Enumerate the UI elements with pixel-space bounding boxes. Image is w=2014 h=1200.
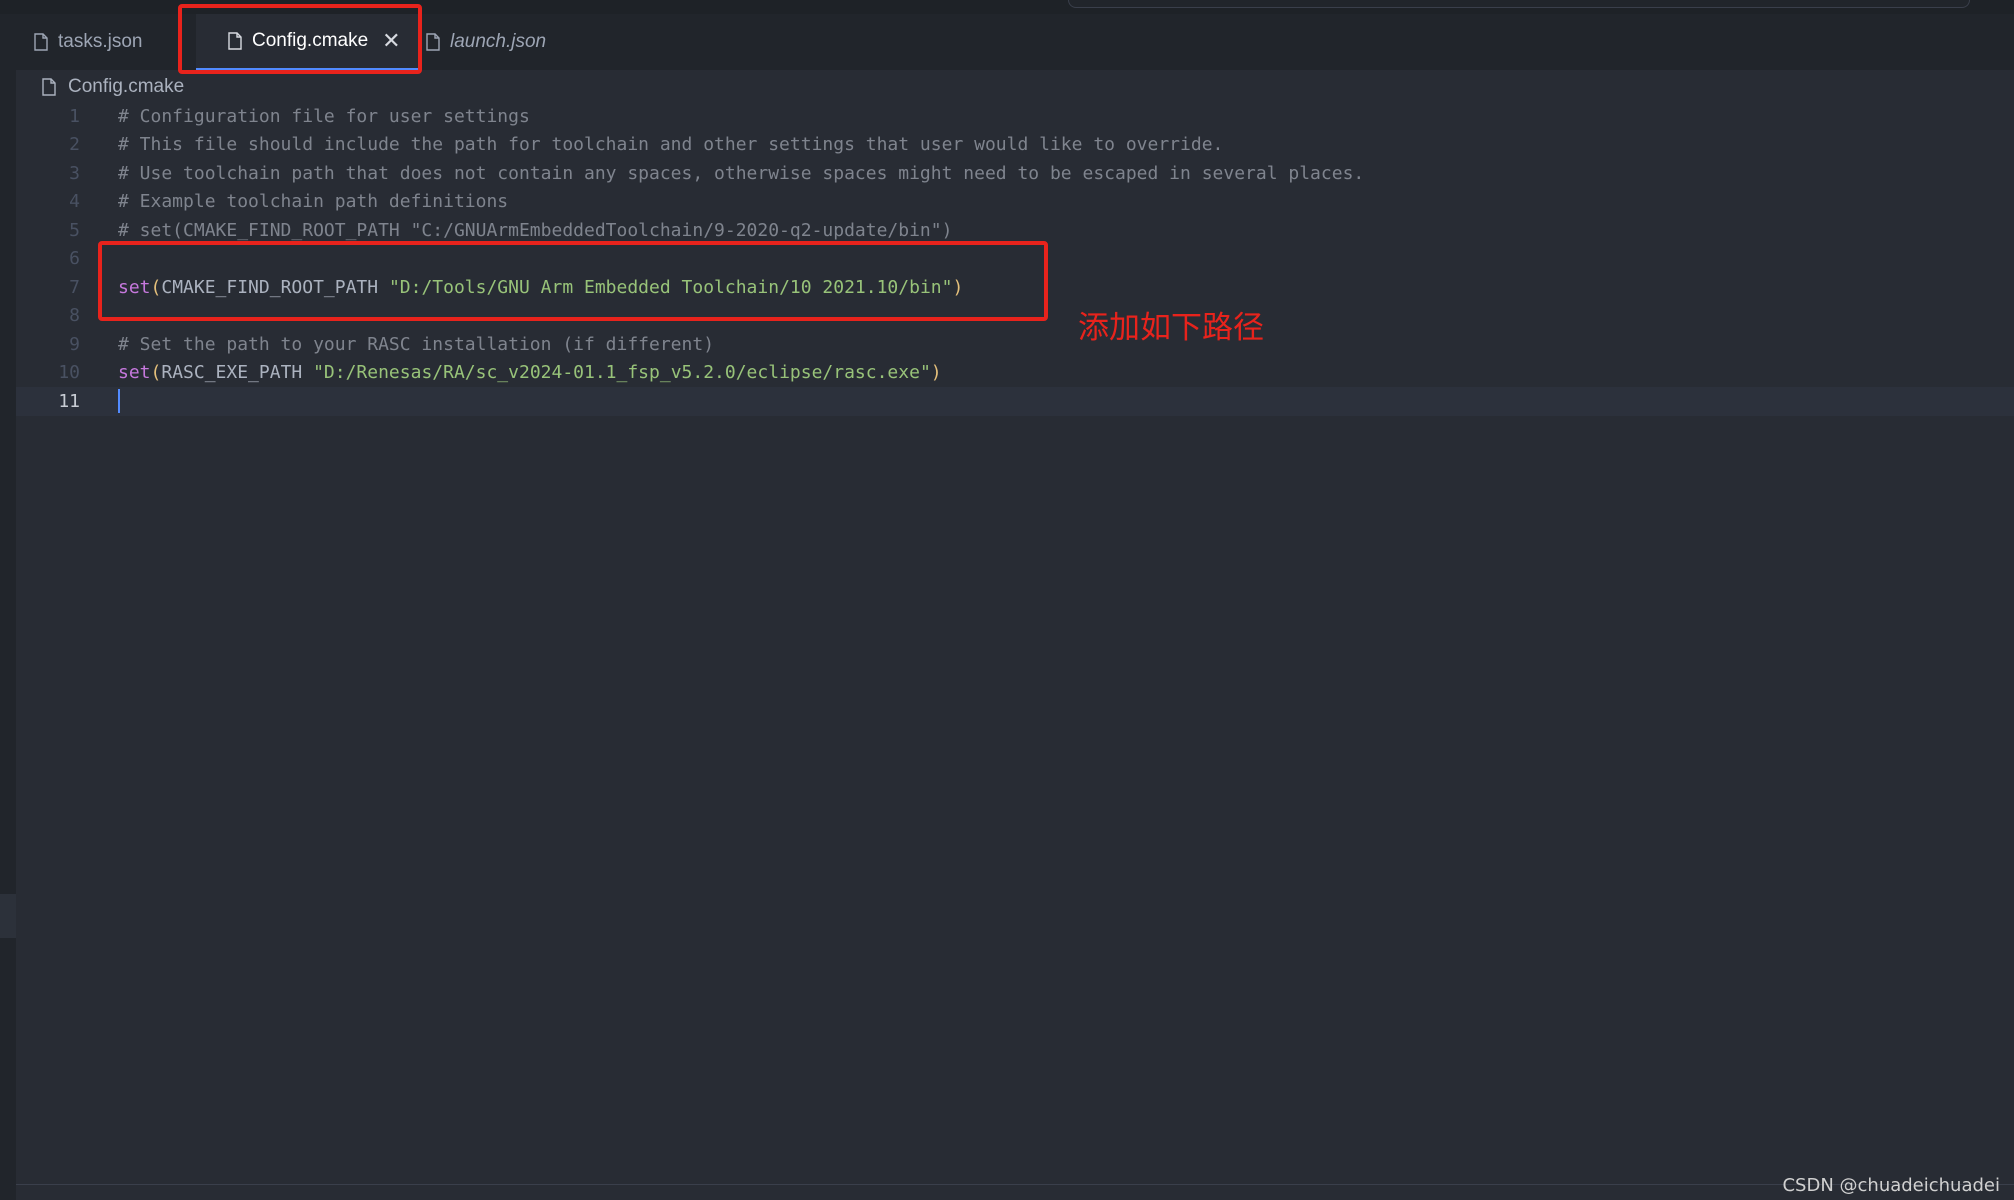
annotation-label: 添加如下路径 [1078,310,1264,346]
file-icon [426,33,440,51]
code-token: set [118,276,151,298]
code-text: # set(CMAKE_FIND_ROOT_PATH "C:/GNUArmEmb… [118,220,952,241]
code-text: # Use toolchain path that does not conta… [118,163,1364,184]
code-line[interactable]: 3 # Use toolchain path that does not cont… [16,159,2014,188]
tab-label: launch.json [450,31,547,52]
code-line[interactable]: 8 [16,302,2014,331]
tab-label: Config.cmake [252,30,369,51]
code-token: ) [952,276,964,298]
code-token: # Configuration file for user settings [118,105,530,127]
code-token: # This file should include the path for … [118,134,1224,156]
line-number: 10 [58,362,80,384]
watermark: CSDN @chuadeichuadei [1782,1175,2000,1196]
tab-tasks-json[interactable]: tasks.json [34,14,194,70]
file-icon [34,33,48,51]
code-editor[interactable]: 1 # Configuration file for user settings 2… [16,102,2014,1182]
file-icon [228,32,242,50]
code-token: # Example toolchain path definitions [118,191,509,213]
code-token: ) [930,362,942,384]
command-center-search[interactable] [1068,0,1970,8]
code-line[interactable]: 5 # set(CMAKE_FIND_ROOT_PATH "C:/GNUArmEm… [16,216,2014,245]
code-text: set(CMAKE_FIND_ROOT_PATH "D:/Tools/GNU A… [118,277,963,298]
line-number: 4 [69,191,80,213]
text-cursor [118,389,120,414]
tab-config-cmake[interactable]: Config.cmake ✕ [196,14,418,70]
tab-label: tasks.json [58,31,143,52]
activity-bar-item[interactable] [0,894,16,938]
code-line[interactable]: 4 # Example toolchain path definitions [16,188,2014,217]
line-number: 11 [58,390,80,412]
line-number: 9 [69,333,80,355]
code-line[interactable]: 6 [16,245,2014,274]
code-text: # Set the path to your RASC installation… [118,334,714,355]
code-line[interactable]: 11 [16,387,2014,416]
code-text: # Configuration file for user settings [118,106,530,127]
line-number: 7 [69,276,80,298]
code-token: "D:/Tools/GNU Arm Embedded Toolchain/10 … [388,276,953,298]
close-icon[interactable]: ✕ [382,30,400,52]
line-number: 8 [69,305,80,327]
code-token: # Set the path to your RASC installation… [118,333,715,355]
editor-window: tasks.json Config.cmake ✕ launch.json Co… [0,0,2014,1200]
line-number: 6 [69,248,80,270]
code-text: # Example toolchain path definitions [118,191,508,212]
file-icon [42,78,56,96]
code-token: CMAKE_FIND_ROOT_PATH [161,276,389,298]
code-line[interactable]: 1 # Configuration file for user settings [16,102,2014,131]
line-number: 1 [69,105,80,127]
code-line[interactable]: 7 set(CMAKE_FIND_ROOT_PATH "D:/Tools/GNU … [16,273,2014,302]
code-line[interactable]: 10 set(RASC_EXE_PATH "D:/Renesas/RA/sc_v2… [16,359,2014,388]
bottom-divider [16,1184,2014,1185]
breadcrumb-file: Config.cmake [68,76,185,97]
code-token: # Use toolchain path that does not conta… [118,162,1365,184]
line-number: 3 [69,162,80,184]
code-token: ( [150,362,162,384]
code-token: # set(CMAKE_FIND_ROOT_PATH "C:/GNUArmEmb… [118,219,953,241]
breadcrumb[interactable]: Config.cmake [16,70,2014,104]
tab-launch-json[interactable]: launch.json [420,14,600,70]
code-text: set(RASC_EXE_PATH "D:/Renesas/RA/sc_v202… [118,362,942,383]
code-token: "D:/Renesas/RA/sc_v2024-01.1_fsp_v5.2.0/… [313,362,931,384]
code-line[interactable]: 9 # Set the path to your RASC installatio… [16,330,2014,359]
line-number: 5 [69,219,80,241]
tab-bar: tasks.json Config.cmake ✕ launch.json [16,14,2014,70]
activity-bar [0,14,16,1200]
code-token: ( [150,276,162,298]
code-line[interactable]: 2 # This file should include the path for… [16,131,2014,160]
code-text [118,389,120,414]
code-token: RASC_EXE_PATH [161,362,314,384]
title-strip [0,0,2014,14]
line-number: 2 [69,134,80,156]
code-text: # This file should include the path for … [118,134,1223,155]
code-token: set [118,362,151,384]
